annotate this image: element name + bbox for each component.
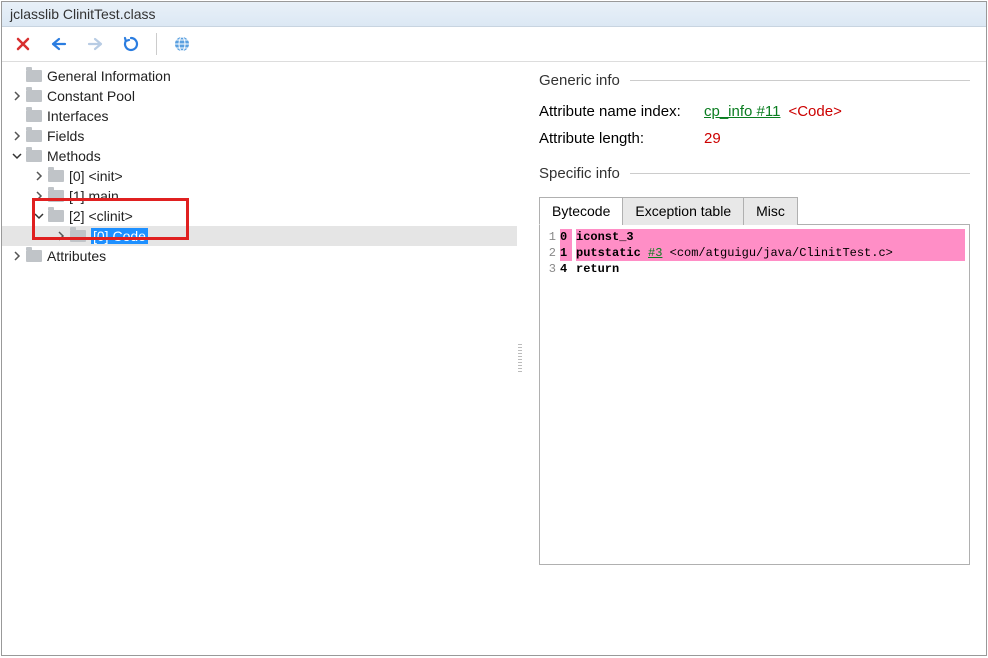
refresh-icon bbox=[122, 35, 140, 53]
attr-len-label: Attribute length: bbox=[539, 130, 704, 147]
tab-exception-table[interactable]: Exception table bbox=[622, 197, 744, 225]
bytecode-instruction: putstatic bbox=[576, 246, 641, 260]
bytecode-line[interactable]: 10 iconst_3 bbox=[544, 229, 965, 245]
bytecode-offset: 0 bbox=[560, 229, 572, 245]
bytecode-lineno: 1 bbox=[544, 229, 556, 245]
bytecode-lineno: 2 bbox=[544, 245, 556, 261]
tree-item-label: [0] Code bbox=[91, 228, 148, 244]
detail-panel: Generic info Attribute name index: cp_in… bbox=[523, 62, 986, 655]
tree-item[interactable]: Attributes bbox=[2, 246, 517, 266]
attr-len-value: 29 bbox=[704, 130, 721, 147]
chevron-right-icon[interactable] bbox=[32, 171, 46, 181]
specific-info-section: Specific info Bytecode Exception table M… bbox=[539, 165, 970, 565]
tree-item-label: Methods bbox=[47, 148, 101, 164]
tree-item-label: General Information bbox=[47, 68, 171, 84]
app-window: jclasslib ClinitTest.class General Infor… bbox=[1, 1, 987, 656]
chevron-right-icon[interactable] bbox=[10, 131, 24, 141]
toolbar bbox=[2, 27, 986, 62]
tree-item-label: [2] <clinit> bbox=[69, 208, 133, 224]
tree-item[interactable]: [1] main bbox=[2, 186, 517, 206]
chevron-right-icon[interactable] bbox=[10, 91, 24, 101]
tree-item[interactable]: Fields bbox=[2, 126, 517, 146]
generic-info-title: Generic info bbox=[539, 72, 620, 89]
folder-icon bbox=[26, 130, 42, 142]
tree-item[interactable]: Interfaces bbox=[2, 106, 517, 126]
toolbar-separator bbox=[156, 33, 157, 55]
main-area: General Information Constant Pool Interfac… bbox=[2, 62, 986, 655]
bytecode-instr-wrap: putstatic #3 <com/atguigu/java/ClinitTes… bbox=[576, 245, 965, 261]
bytecode-lineno: 3 bbox=[544, 261, 556, 277]
bytecode-line[interactable]: 34 return bbox=[544, 261, 965, 277]
bytecode-comment: <com/atguigu/java/ClinitTest.c> bbox=[662, 246, 892, 260]
folder-icon bbox=[26, 70, 42, 82]
section-divider bbox=[630, 173, 970, 174]
tree-item-label: [1] main bbox=[69, 188, 119, 204]
section-divider bbox=[630, 80, 970, 81]
tree-item-label: Constant Pool bbox=[47, 88, 135, 104]
bytecode-link[interactable]: #3 bbox=[648, 246, 662, 260]
specific-info-title: Specific info bbox=[539, 165, 620, 182]
bytecode-instr-wrap: return bbox=[576, 261, 965, 277]
arrow-right-icon bbox=[86, 36, 104, 52]
generic-info-section: Generic info Attribute name index: cp_in… bbox=[539, 72, 970, 147]
bytecode-view[interactable]: 10iconst_321putstatic #3 <com/atguigu/ja… bbox=[539, 225, 970, 565]
folder-icon bbox=[48, 190, 64, 202]
folder-icon bbox=[48, 210, 64, 222]
folder-icon bbox=[48, 170, 64, 182]
bytecode-instruction: iconst_3 bbox=[576, 230, 634, 244]
attr-name-row: Attribute name index: cp_info #11 <Code> bbox=[539, 103, 970, 120]
bytecode-instr-wrap: iconst_3 bbox=[576, 229, 965, 245]
tree-item[interactable]: Constant Pool bbox=[2, 86, 517, 106]
close-button[interactable] bbox=[12, 33, 34, 55]
tree-item-label: Attributes bbox=[47, 248, 106, 264]
globe-icon bbox=[173, 35, 191, 53]
chevron-right-icon[interactable] bbox=[10, 251, 24, 261]
window-title: jclasslib ClinitTest.class bbox=[10, 6, 155, 22]
globe-button[interactable] bbox=[171, 33, 193, 55]
tab-bytecode[interactable]: Bytecode bbox=[539, 197, 623, 225]
bytecode-line[interactable]: 21putstatic #3 <com/atguigu/java/ClinitT… bbox=[544, 245, 965, 261]
folder-icon bbox=[26, 150, 42, 162]
back-button[interactable] bbox=[48, 33, 70, 55]
chevron-down-icon[interactable] bbox=[32, 211, 46, 221]
attr-name-label: Attribute name index: bbox=[539, 103, 704, 120]
forward-button[interactable] bbox=[84, 33, 106, 55]
arrow-left-icon bbox=[50, 36, 68, 52]
titlebar: jclasslib ClinitTest.class bbox=[2, 2, 986, 27]
attr-name-link[interactable]: cp_info #11 bbox=[704, 103, 780, 120]
attr-name-extra: <Code> bbox=[788, 103, 841, 120]
chevron-right-icon[interactable] bbox=[54, 231, 68, 241]
tree-item-label: Fields bbox=[47, 128, 84, 144]
folder-icon bbox=[26, 90, 42, 102]
folder-icon bbox=[26, 110, 42, 122]
tree-item-label: Interfaces bbox=[47, 108, 108, 124]
refresh-button[interactable] bbox=[120, 33, 142, 55]
splitter-grip-icon bbox=[518, 344, 522, 374]
bytecode-offset: 1 bbox=[560, 245, 572, 261]
tree-item[interactable]: General Information bbox=[2, 66, 517, 86]
folder-icon bbox=[26, 250, 42, 262]
tabs: Bytecode Exception table Misc bbox=[539, 196, 970, 225]
tree-item-label: [0] <init> bbox=[69, 168, 123, 184]
tree-item[interactable]: [0] <init> bbox=[2, 166, 517, 186]
tab-misc[interactable]: Misc bbox=[743, 197, 798, 225]
chevron-down-icon[interactable] bbox=[10, 151, 24, 161]
attr-len-row: Attribute length: 29 bbox=[539, 130, 970, 147]
chevron-right-icon[interactable] bbox=[32, 191, 46, 201]
tree-item[interactable]: [0] Code bbox=[2, 226, 517, 246]
close-icon bbox=[15, 36, 31, 52]
tree-item[interactable]: [2] <clinit> bbox=[2, 206, 517, 226]
tree-panel[interactable]: General Information Constant Pool Interfac… bbox=[2, 62, 517, 655]
folder-icon bbox=[70, 230, 86, 242]
bytecode-offset: 4 bbox=[560, 261, 572, 277]
bytecode-instruction: return bbox=[576, 262, 619, 276]
tree-item[interactable]: Methods bbox=[2, 146, 517, 166]
